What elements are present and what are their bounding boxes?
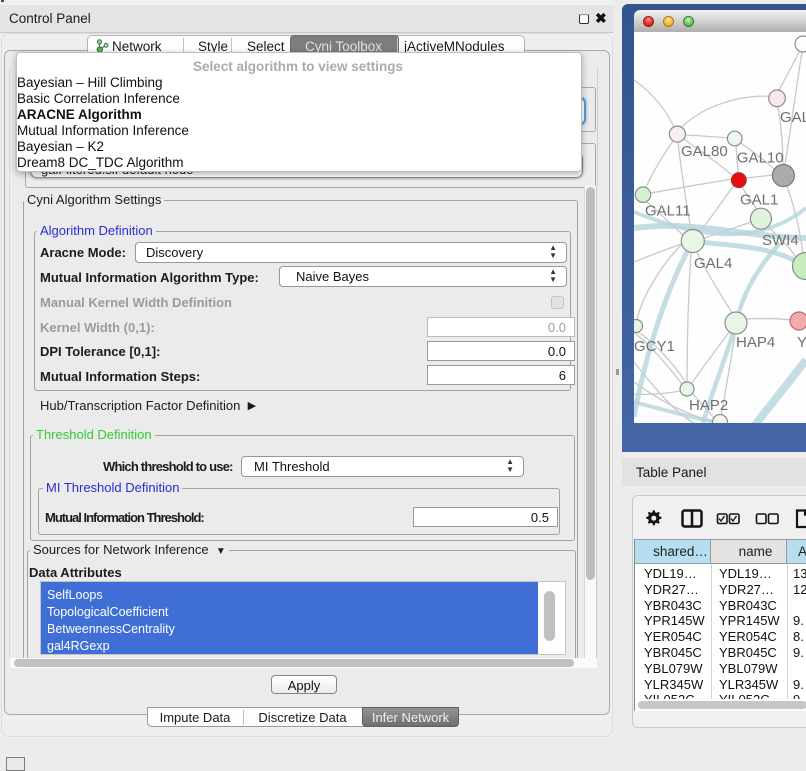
svg-text:HAP2: HAP2 [689, 397, 728, 414]
svg-text:SWI4: SWI4 [762, 232, 799, 249]
svg-text:GAL7: GAL7 [780, 109, 806, 126]
svg-text:GAL4: GAL4 [694, 255, 732, 272]
svg-text:GAL10: GAL10 [737, 149, 784, 166]
svg-text:HAP4: HAP4 [736, 334, 775, 351]
svg-text:GAL1: GAL1 [740, 191, 778, 208]
svg-text:GAL80: GAL80 [681, 143, 728, 160]
svg-text:GAL11: GAL11 [645, 202, 691, 219]
svg-text:GCY1: GCY1 [634, 338, 675, 355]
svg-text:YD: YD [797, 334, 806, 351]
